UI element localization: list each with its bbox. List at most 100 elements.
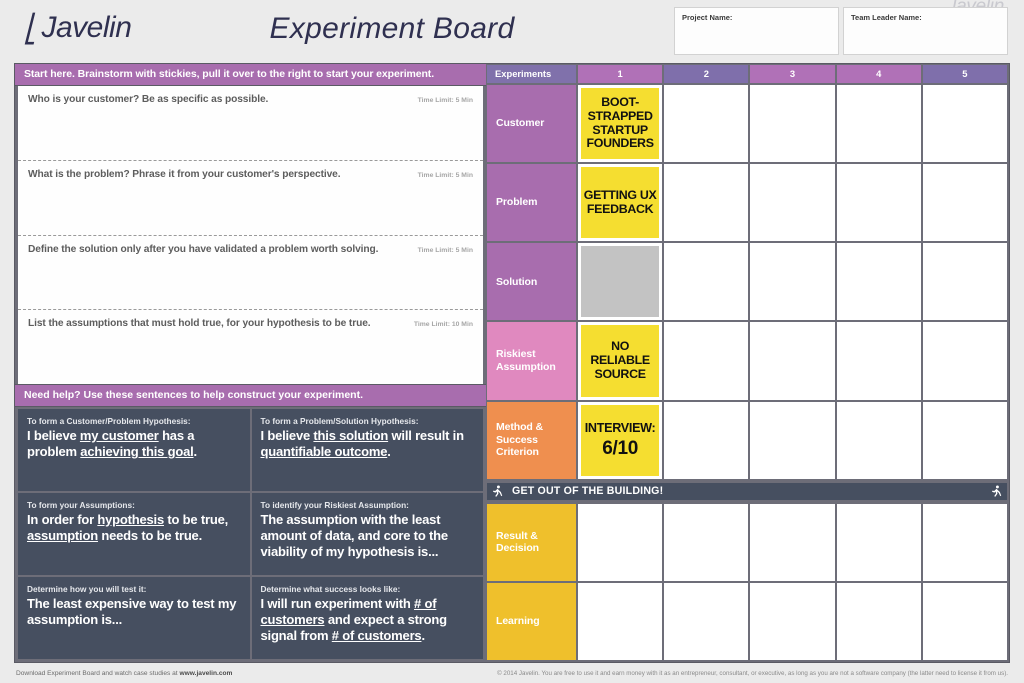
grid-cell[interactable]	[836, 582, 921, 660]
helper-sentence-text: In order for hypothesis to be true, assu…	[27, 512, 241, 544]
brainstorm-cell[interactable]: What is the problem? Phrase it from your…	[18, 161, 483, 236]
grid-cell[interactable]	[922, 243, 1008, 321]
brainstorm-panel: Start here. Brainstorm with stickies, pu…	[15, 64, 486, 662]
helper-row: Determine how you will test it: The least…	[18, 577, 483, 659]
sticky-note[interactable]: BOOT-STRAPPED STARTUP FOUNDERS	[581, 88, 660, 160]
sticky-note[interactable]	[581, 246, 660, 318]
brainstorm-prompt: What is the problem? Phrase it from your…	[28, 168, 341, 180]
sticky-content: INTERVIEW: 6/10	[585, 421, 656, 459]
footer-url[interactable]: www.javelin.com	[179, 670, 232, 677]
grid-cell[interactable]	[836, 164, 921, 242]
sticky-note[interactable]: NO RELIABLE SOURCE	[581, 325, 660, 397]
brainstorm-cell[interactable]: List the assumptions that must hold true…	[18, 310, 483, 384]
helper-blank: assumption	[27, 528, 98, 544]
grid-cell[interactable]	[922, 401, 1008, 479]
grid-cell[interactable]: INTERVIEW: 6/10	[578, 401, 663, 479]
grid-cell[interactable]	[836, 503, 921, 581]
helper-blank: hypothesis	[97, 512, 164, 527]
grid-cell[interactable]	[922, 582, 1008, 660]
helper-text: .	[387, 444, 391, 460]
experiments-grid: Experiments 1 2 3 4 5 Customer BOOT-STRAPPED S…	[486, 64, 1009, 662]
grid-cell[interactable]	[836, 243, 921, 321]
sticky-note[interactable]: INTERVIEW: 6/10	[581, 404, 660, 476]
brainstorm-area: Who is your customer? Be as specific as …	[18, 86, 483, 384]
helper-text: I believe	[260, 428, 314, 443]
grid-cell[interactable]	[664, 243, 749, 321]
grid-cell[interactable]	[664, 322, 749, 400]
grid-row-label: Customer	[487, 85, 576, 163]
grid-cell[interactable]	[836, 85, 921, 163]
grid-cell[interactable]	[836, 322, 921, 400]
grid-row: Solution	[487, 243, 1008, 321]
experiment-column-header[interactable]: 4	[836, 65, 921, 83]
footer-download-note: Download Experiment Board and watch case…	[16, 670, 232, 677]
helper-sentence-card: Determine what success looks like: I will…	[251, 577, 483, 659]
helper-text: .	[421, 628, 425, 644]
helper-row: To form a Customer/Problem Hypothesis: I …	[18, 409, 483, 491]
start-here-banner: Start here. Brainstorm with stickies, pu…	[15, 64, 486, 86]
brainstorm-cell[interactable]: Who is your customer? Be as specific as …	[18, 86, 483, 161]
page-footer: Download Experiment Board and watch case…	[0, 663, 1024, 683]
grid-cell[interactable]	[922, 85, 1008, 163]
experiment-column-header[interactable]: 3	[750, 65, 835, 83]
helper-kicker: To form a Customer/Problem Hypothesis:	[27, 416, 191, 426]
time-limit-label: Time Limit: 10 Min	[413, 321, 473, 329]
project-name-field[interactable]: Project Name:	[674, 7, 839, 55]
grid-cell[interactable]	[664, 582, 749, 660]
grid-row: Customer BOOT-STRAPPED STARTUP FOUNDERS	[487, 85, 1008, 163]
grid-cell[interactable]	[750, 503, 835, 581]
team-leader-label: Team Leader Name:	[851, 13, 922, 22]
grid-cell[interactable]	[750, 401, 835, 479]
get-out-of-the-building-banner: GET OUT OF THE BUILDING!	[487, 482, 1007, 500]
grid-cell[interactable]	[750, 164, 835, 242]
need-help-banner: Need help? Use these sentences to help c…	[15, 384, 486, 407]
helper-text: The assumption with the least amount of …	[260, 512, 449, 560]
grid-cell[interactable]	[922, 322, 1008, 400]
grid-row-label: Riskiest Assumption	[487, 322, 576, 400]
helper-kicker: To form a Problem/Solution Hypothesis:	[260, 416, 419, 426]
grid-cell[interactable]	[750, 582, 835, 660]
helper-text: I believe	[27, 428, 80, 443]
grid-corner-label: Experiments	[487, 65, 576, 83]
helper-text: I will run experiment with	[260, 596, 415, 611]
helper-sentence-card: To form a Customer/Problem Hypothesis: I …	[18, 409, 250, 491]
helper-text: In order for	[27, 512, 98, 527]
grid-cell[interactable]	[922, 503, 1008, 581]
helper-kicker: Determine how you will test it:	[27, 584, 147, 594]
helper-sentence-text: I believe my customer has a problem achi…	[27, 428, 241, 460]
grid-cell[interactable]	[750, 85, 835, 163]
footer-copyright: © 2014 Javelin. You are free to use it a…	[497, 669, 1008, 677]
sticky-text: INTERVIEW:	[584, 420, 656, 435]
experiment-column-header[interactable]: 2	[664, 65, 749, 83]
experiment-column-header[interactable]: 1	[578, 65, 663, 83]
get-out-banner-text: GET OUT OF THE BUILDING!	[512, 485, 664, 498]
grid-row: Problem GETTING UX FEEDBACK	[487, 164, 1008, 242]
grid-cell[interactable]: NO RELIABLE SOURCE	[578, 322, 663, 400]
grid-cell[interactable]	[664, 85, 749, 163]
grid-cell[interactable]: BOOT-STRAPPED STARTUP FOUNDERS	[578, 85, 663, 163]
grid-cell[interactable]	[578, 243, 663, 321]
team-leader-field[interactable]: Team Leader Name:	[843, 7, 1008, 55]
grid-cell[interactable]	[578, 503, 663, 581]
helper-kicker: To form your Assumptions:	[27, 500, 135, 510]
grid-cell[interactable]: GETTING UX FEEDBACK	[578, 164, 663, 242]
brainstorm-cell[interactable]: Define the solution only after you have …	[18, 236, 483, 311]
helper-blank: achieving this goal	[80, 444, 194, 460]
grid-row: Result & Decision	[487, 503, 1008, 581]
grid-cell[interactable]	[750, 322, 835, 400]
grid-cell[interactable]	[664, 164, 749, 242]
grid-cell[interactable]	[664, 401, 749, 479]
footer-prefix: Download Experiment Board and watch case…	[16, 669, 180, 677]
grid-header-row: Experiments 1 2 3 4 5	[486, 64, 1008, 85]
grid-cell[interactable]	[664, 503, 749, 581]
helper-text: will result in	[388, 428, 465, 443]
helper-sentence-text: The least expensive way to test my assum…	[27, 596, 241, 628]
helper-sentence-card: To form your Assumptions: In order for hy…	[18, 493, 250, 575]
grid-cell[interactable]	[750, 243, 835, 321]
sticky-note[interactable]: GETTING UX FEEDBACK	[581, 167, 660, 239]
grid-cell[interactable]	[836, 401, 921, 479]
grid-cell[interactable]	[922, 164, 1008, 242]
experiment-column-header[interactable]: 5	[922, 65, 1008, 83]
grid-cell[interactable]	[578, 582, 663, 660]
helper-sentence-card: Determine how you will test it: The least…	[18, 577, 250, 659]
